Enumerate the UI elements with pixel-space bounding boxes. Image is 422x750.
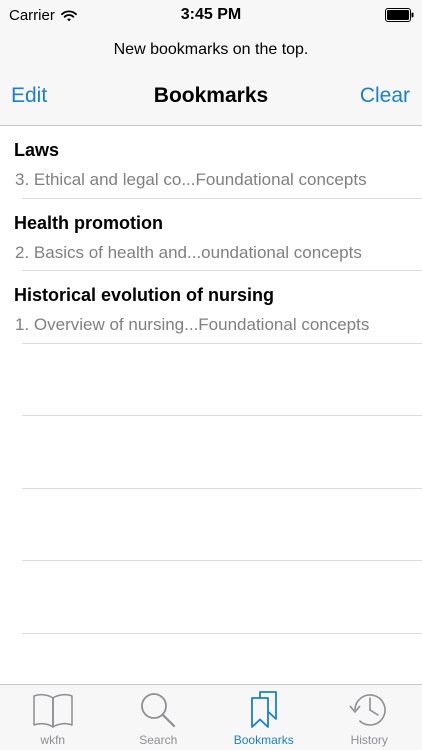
empty-row (0, 561, 422, 634)
empty-row (0, 416, 422, 489)
empty-row (0, 344, 422, 416)
bookmarks-screen: Carrier 3:45 PM New bookmarks on the top… (0, 0, 422, 750)
tab-label: wkfn (40, 733, 66, 747)
tab-search[interactable]: Search (106, 685, 212, 750)
top-chrome: Carrier 3:45 PM New bookmarks on the top… (0, 0, 422, 126)
tab-label: History (350, 733, 388, 747)
clear-button[interactable]: Clear (360, 84, 410, 108)
page-title: Bookmarks (153, 84, 269, 107)
bookmark-title: Health promotion (14, 212, 163, 233)
row-separator (22, 632, 422, 634)
battery-icon (385, 8, 414, 22)
nav-bar: Edit Bookmarks Clear (0, 78, 422, 114)
tab-wkfn[interactable]: wkfn (0, 685, 106, 750)
clock-icon (349, 694, 387, 726)
bookmark-row[interactable]: Historical evolution of nursing 1. Overv… (0, 271, 422, 344)
bookmark-title: Laws (14, 140, 60, 160)
bookmark-subtitle: 1. Overview of nursing...Foundational co… (15, 315, 370, 334)
tab-label: Search (139, 733, 178, 747)
book-icon (33, 693, 73, 728)
bookmarks-hint: New bookmarks on the top. (113, 41, 309, 58)
bookmark-subtitle: 3. Ethical and legal co...Foundational c… (15, 170, 367, 189)
status-bar: Carrier 3:45 PM (0, 0, 422, 30)
magnifier-icon (141, 693, 176, 728)
bookmark-subtitle: 2. Basics of health and...oundational co… (15, 242, 362, 262)
bookmark-row[interactable]: Health promotion 2. Basics of health and… (0, 199, 422, 271)
status-time: 3:45 PM (180, 6, 242, 23)
tab-history[interactable]: History (317, 685, 422, 750)
bookmark-row[interactable]: Laws 3. Ethical and legal co...Foundatio… (0, 126, 422, 199)
bookmark-list: Laws 3. Ethical and legal co...Foundatio… (0, 126, 422, 684)
bookmark-title: Historical evolution of nursing (14, 285, 275, 305)
tab-bar: wkfn Search Bookmarks History (0, 684, 422, 750)
bookmarks-icon (250, 691, 277, 728)
tab-label: Bookmarks (233, 733, 294, 747)
empty-row (0, 489, 422, 561)
tab-bookmarks[interactable]: Bookmarks (211, 685, 317, 750)
